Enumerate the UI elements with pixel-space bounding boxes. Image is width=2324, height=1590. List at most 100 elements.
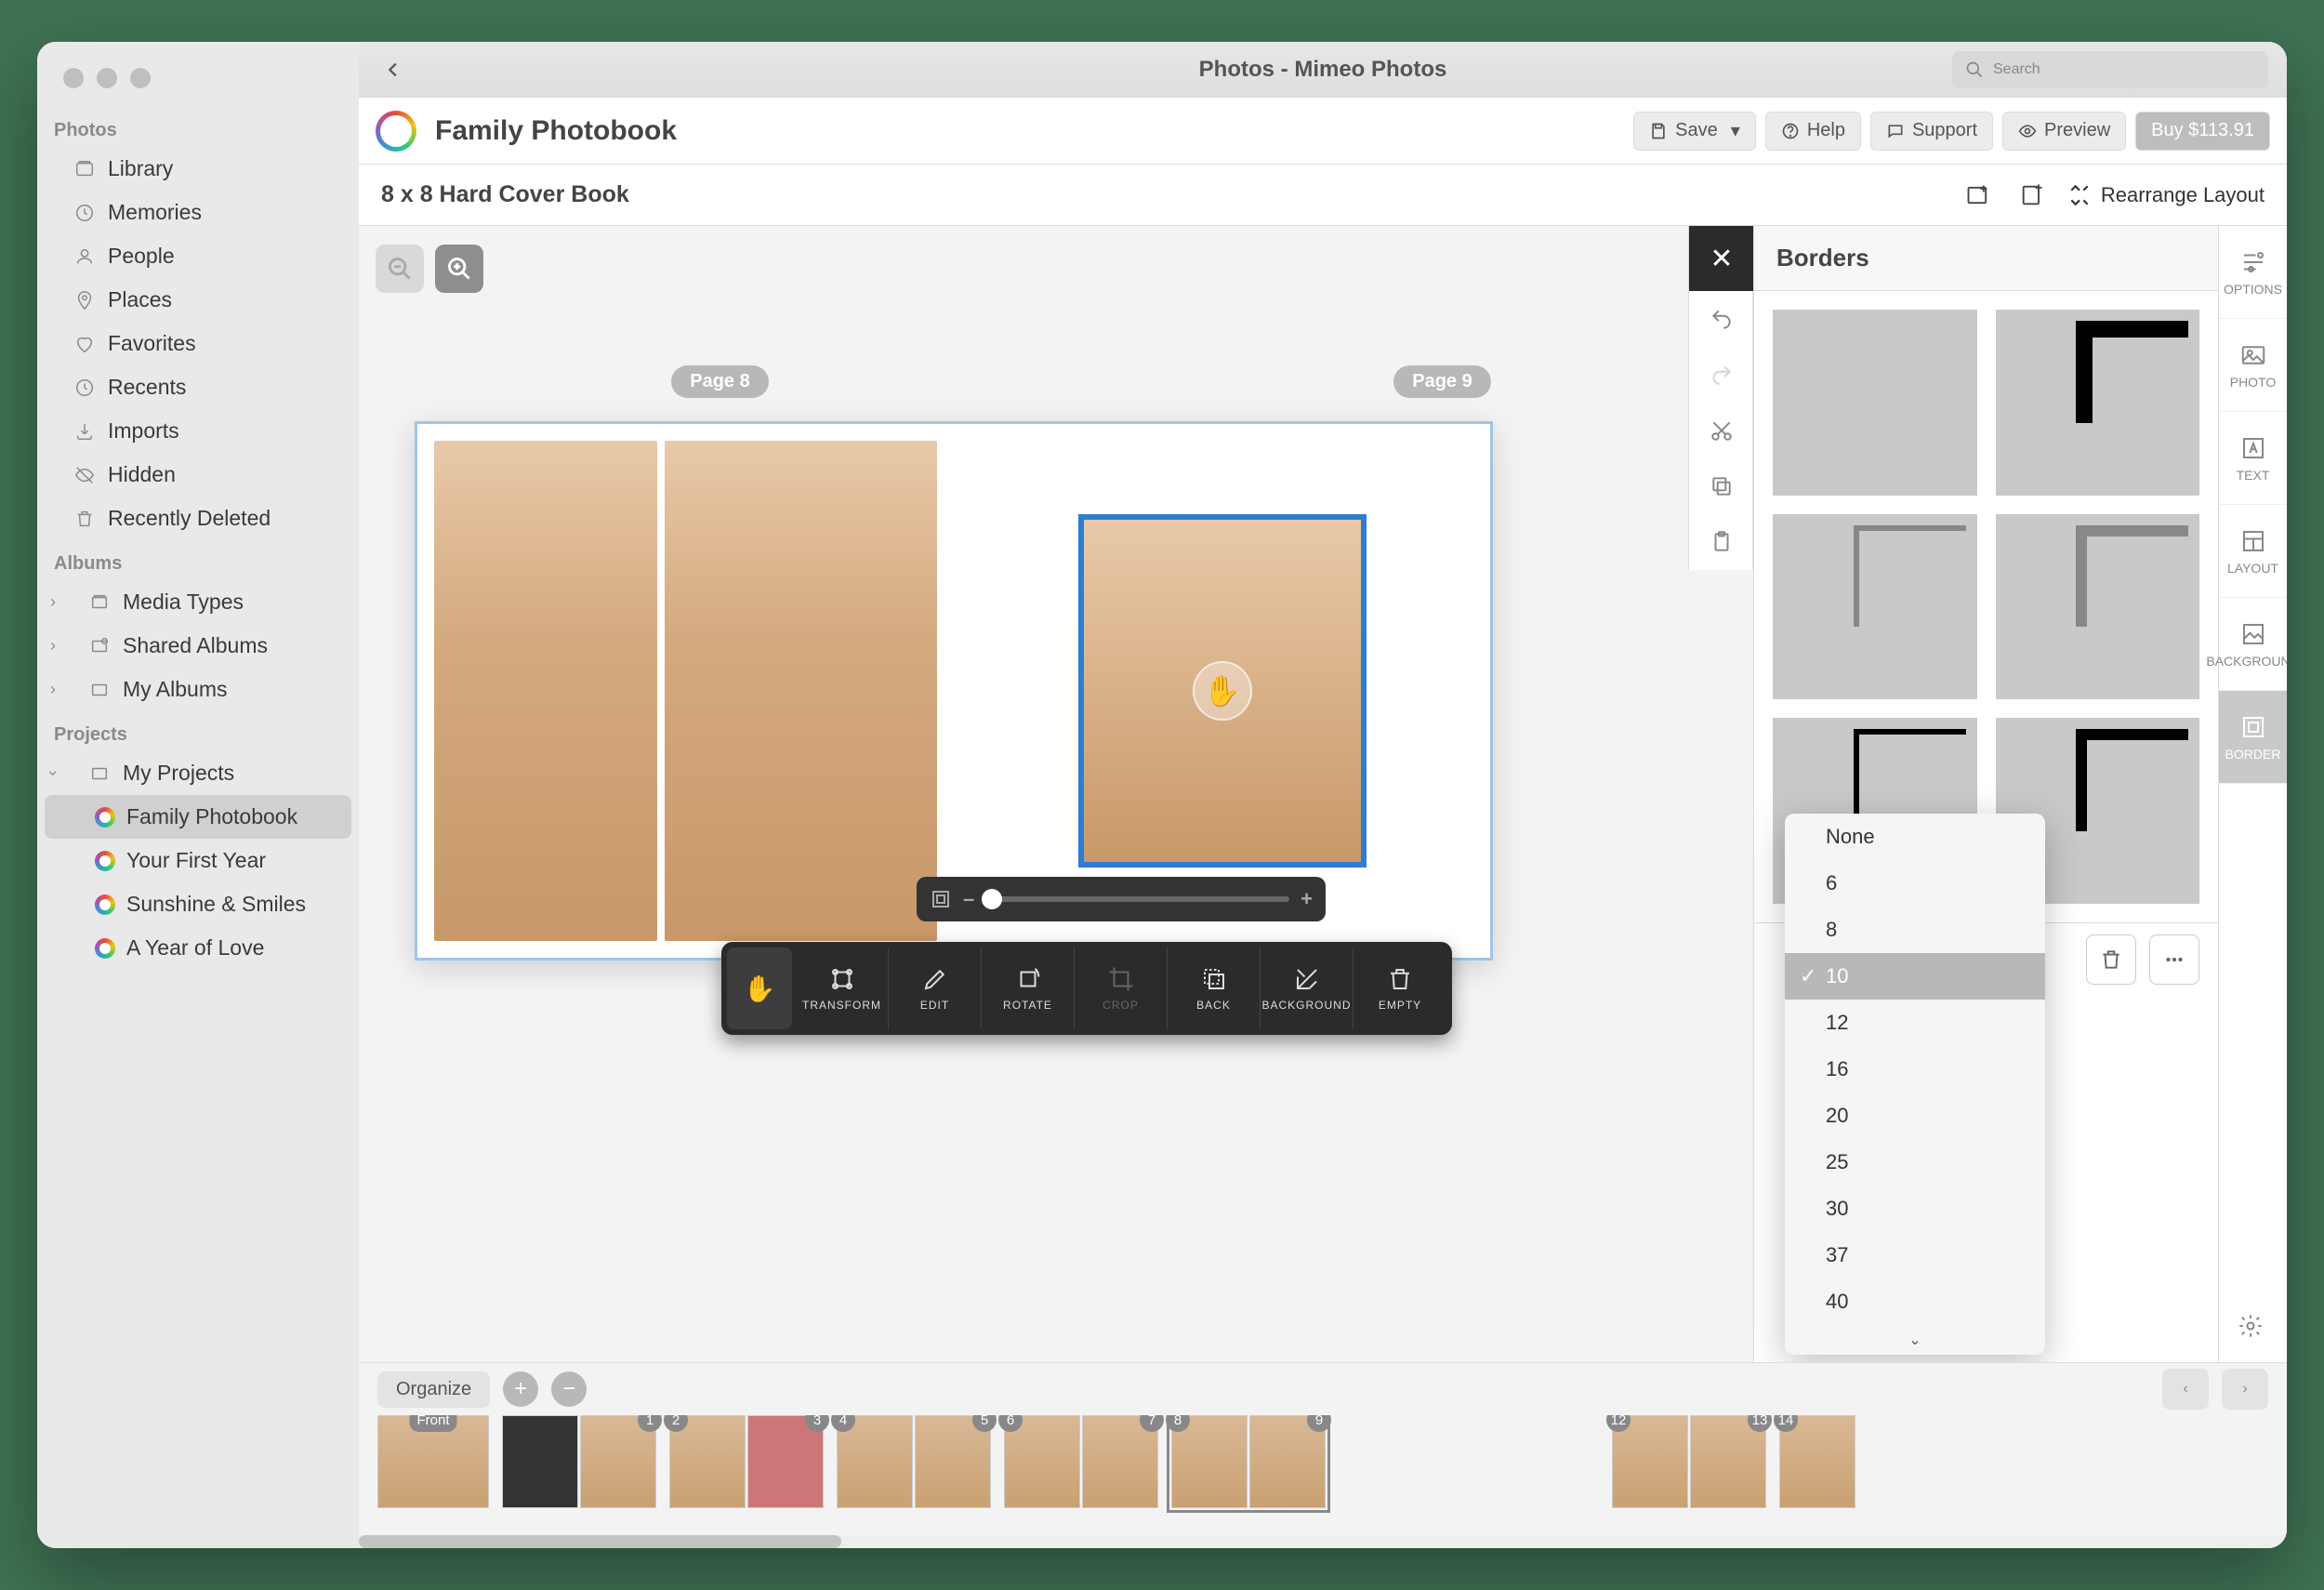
border-option-gray-med[interactable] (1996, 514, 2200, 700)
zoom-plus[interactable]: + (1301, 887, 1313, 911)
crop-tool[interactable]: CROP (1075, 947, 1168, 1029)
sidebar-imports[interactable]: Imports (45, 409, 351, 453)
sidebar-hidden[interactable]: Hidden (45, 453, 351, 497)
sidebar-my-projects[interactable]: My Projects (59, 751, 359, 795)
help-button[interactable]: Help (1765, 112, 1861, 151)
disclosure-icon[interactable]: › (46, 636, 59, 656)
back-button[interactable] (377, 54, 409, 86)
thumb-spread-6-7[interactable]: 67 (1004, 1415, 1158, 1526)
dd-8[interactable]: 8 (1785, 907, 2045, 953)
rotate-tool[interactable]: ROTATE (982, 947, 1075, 1029)
organize-button[interactable]: Organize (377, 1371, 490, 1408)
cut-button[interactable] (1689, 403, 1754, 458)
search-input[interactable]: Search (1952, 51, 2268, 88)
sidebar-recently-deleted[interactable]: Recently Deleted (45, 497, 351, 540)
sidebar-library[interactable]: Library (45, 147, 351, 191)
delete-border-button[interactable] (2086, 934, 2136, 985)
sidebar-people[interactable]: People (45, 234, 351, 278)
paste-button[interactable] (1689, 514, 1754, 570)
tab-options[interactable]: OPTIONS (2219, 226, 2287, 319)
tab-border[interactable]: BORDER (2219, 691, 2287, 784)
sidebar-project-first-year[interactable]: Your First Year (45, 839, 351, 882)
undo-button[interactable] (1689, 291, 1754, 347)
tab-text[interactable]: TEXT (2219, 412, 2287, 505)
sidebar-project-family[interactable]: Family Photobook (45, 795, 351, 839)
sidebar-recents[interactable]: Recents (45, 365, 351, 409)
disclosure-icon[interactable]: › (46, 680, 59, 699)
empty-tool[interactable]: EMPTY (1353, 947, 1446, 1029)
photo-slot[interactable] (434, 441, 657, 941)
dd-16[interactable]: 16 (1785, 1046, 2045, 1093)
sidebar-places[interactable]: Places (45, 278, 351, 322)
selected-photo[interactable]: ✋ (1078, 514, 1367, 868)
dd-40[interactable]: 40 (1785, 1279, 2045, 1325)
preview-button[interactable]: Preview (2002, 112, 2126, 151)
rearrange-button[interactable]: Rearrange Layout (2067, 183, 2265, 207)
prev-page-button[interactable]: ‹ (2162, 1369, 2209, 1410)
thumb-spread-1[interactable]: 1 (502, 1415, 656, 1526)
page-label-left: Page 8 (671, 365, 768, 398)
add-photo-button[interactable] (1960, 177, 1997, 214)
sidebar-project-year-of-love[interactable]: A Year of Love (45, 926, 351, 970)
move-handle-icon[interactable]: ✋ (1193, 661, 1252, 721)
border-option-gray-thin[interactable] (1773, 514, 1977, 700)
thumb-spread-2-3[interactable]: 23 (669, 1415, 824, 1526)
zoom-minus[interactable]: – (963, 887, 974, 911)
dd-12[interactable]: 12 (1785, 1000, 2045, 1046)
tab-background[interactable]: BACKGROUND (2219, 598, 2287, 691)
edit-tool[interactable]: EDIT (889, 947, 982, 1029)
save-button[interactable]: Save▾ (1633, 112, 1756, 151)
add-page-button[interactable] (2014, 177, 2051, 214)
sidebar-favorites[interactable]: Favorites (45, 322, 351, 365)
dd-10[interactable]: 10 (1785, 953, 2045, 1000)
thumb-spread-4-5[interactable]: 45 (837, 1415, 991, 1526)
hidden-icon (73, 463, 97, 487)
next-page-button[interactable]: › (2222, 1369, 2268, 1410)
thumb-spread-12-13[interactable]: 1213 (1612, 1415, 1766, 1526)
min-dot[interactable] (97, 68, 117, 88)
thumb-scrollbar-thumb[interactable] (359, 1535, 841, 1548)
dd-scroll-icon[interactable]: ⌄ (1785, 1325, 2045, 1355)
support-button[interactable]: Support (1870, 112, 1993, 151)
background-tool[interactable]: BACKGROUND (1261, 947, 1353, 1029)
close-panel-button[interactable]: ✕ (1689, 226, 1754, 291)
hand-tool[interactable]: ✋ (727, 947, 792, 1029)
max-dot[interactable] (130, 68, 151, 88)
sidebar-project-sunshine[interactable]: Sunshine & Smiles (45, 882, 351, 926)
dd-20[interactable]: 20 (1785, 1093, 2045, 1139)
book-page-left[interactable] (417, 424, 954, 958)
slider-track[interactable] (985, 896, 1289, 902)
remove-spread-button[interactable]: − (551, 1371, 587, 1407)
sidebar-my-albums[interactable]: My Albums (59, 668, 359, 711)
sidebar-shared-albums[interactable]: Shared Albums (59, 624, 359, 668)
tab-photo[interactable]: PHOTO (2219, 319, 2287, 412)
tab-layout[interactable]: LAYOUT (2219, 505, 2287, 598)
dd-none[interactable]: None (1785, 814, 2045, 860)
thumb-scrollbar[interactable] (359, 1535, 2287, 1548)
buy-button[interactable]: Buy $113.91 (2135, 112, 2270, 151)
dd-30[interactable]: 30 (1785, 1186, 2045, 1232)
slider-thumb[interactable] (982, 889, 1002, 909)
more-border-button[interactable] (2149, 934, 2199, 985)
dd-6[interactable]: 6 (1785, 860, 2045, 907)
thumbnails[interactable]: Front 1 23 45 67 89 1213 14 (359, 1415, 2287, 1535)
back-tool[interactable]: BACK (1168, 947, 1261, 1029)
sidebar-media-types[interactable]: Media Types (59, 580, 359, 624)
disclosure-icon[interactable]: › (46, 592, 59, 612)
border-option-none[interactable] (1773, 310, 1977, 496)
disclosure-open-icon[interactable]: › (44, 767, 63, 780)
transform-tool[interactable]: TRANSFORM (796, 947, 889, 1029)
photo-zoom-slider[interactable]: – + (917, 877, 1326, 921)
dd-25[interactable]: 25 (1785, 1139, 2045, 1186)
thumb-spread-14[interactable]: 14 (1779, 1415, 1855, 1526)
dd-37[interactable]: 37 (1785, 1232, 2045, 1279)
thumb-front[interactable]: Front (377, 1415, 489, 1526)
add-spread-button[interactable]: + (503, 1371, 538, 1407)
settings-button[interactable] (2219, 1294, 2287, 1362)
close-dot[interactable] (63, 68, 84, 88)
border-option-black-thick[interactable] (1996, 310, 2200, 496)
sidebar-memories[interactable]: Memories (45, 191, 351, 234)
photo-slot[interactable] (665, 441, 937, 941)
thumb-spread-8-9[interactable]: 89 (1171, 1415, 1326, 1526)
copy-button[interactable] (1689, 458, 1754, 514)
